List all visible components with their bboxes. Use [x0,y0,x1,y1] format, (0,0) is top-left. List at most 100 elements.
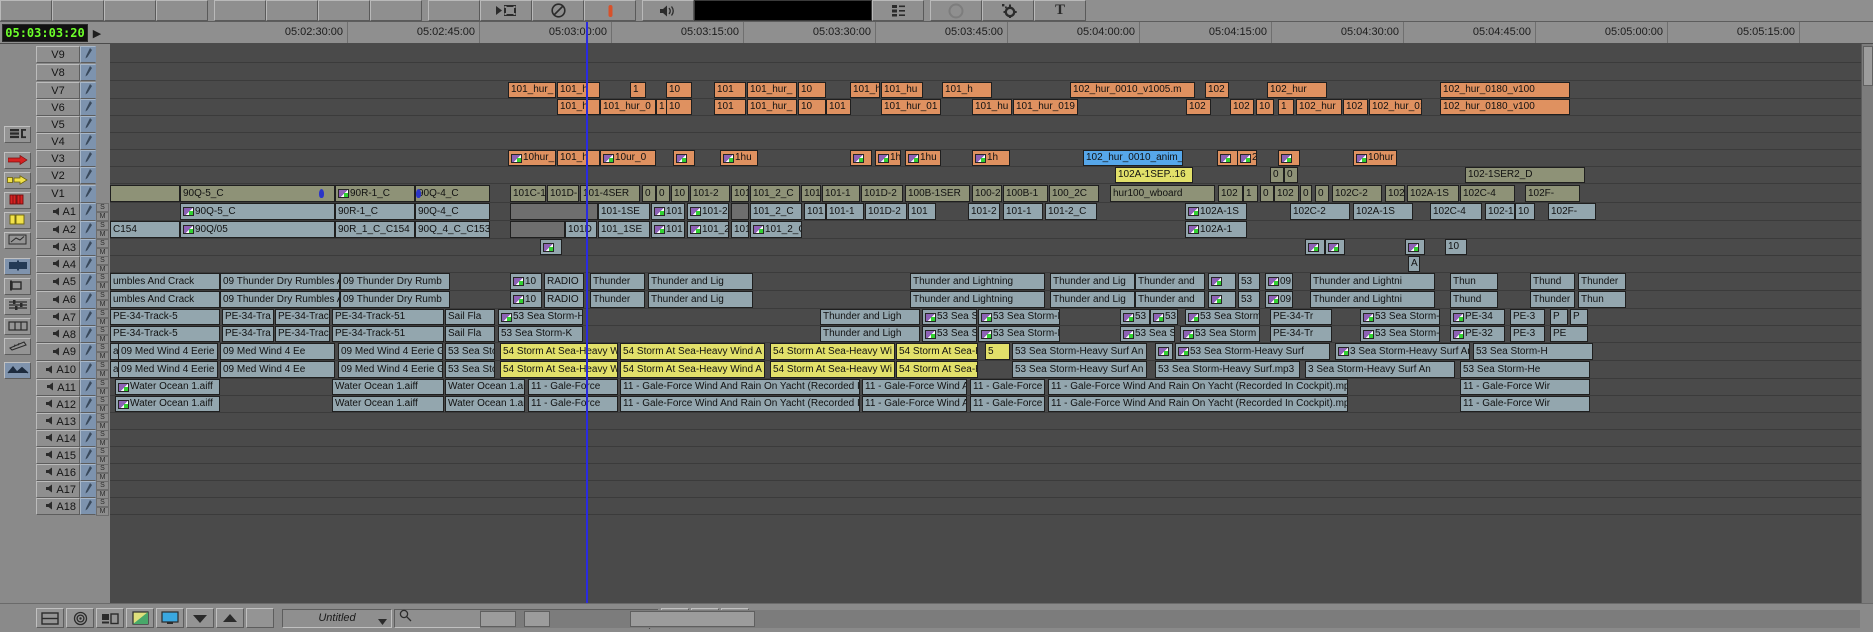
timeline-lane-a12[interactable]: Water Ocean 1.aiff Water Ocean 1.aiff Wate… [110,396,1861,413]
source-monitor-icon[interactable] [96,608,124,628]
timeline-clip[interactable]: 0 [1260,185,1274,202]
track-header-v5[interactable]: V5 [36,116,110,133]
track-enable-a13[interactable] [80,413,96,430]
timeline-clip[interactable]: 10 [510,291,542,308]
timeline-clip[interactable]: PE-34-Track-5 [110,309,220,325]
track-header-a2[interactable]: A2 S M [36,221,110,239]
solo-button[interactable]: S [96,343,109,352]
timeline-clip[interactable]: 1h [875,150,901,166]
timeline-clip[interactable] [110,185,180,202]
effect-mode-icon[interactable] [126,608,154,628]
timeline-clip[interactable]: 101-1 [826,203,864,220]
timeline-clip[interactable]: 11 - Gale-Force Wind And Rain On Yacht (… [620,379,860,395]
timeline-clip[interactable]: P [1550,309,1568,325]
timeline-clip[interactable] [673,150,695,166]
timeline-clip[interactable]: 09 Med Wind 4 Eerie Gusts. [118,343,218,360]
timeline-clip[interactable]: 102 [1205,82,1229,98]
timeline-clip[interactable]: PE-34-Track-51 [332,326,444,342]
track-name-a15[interactable]: A15 [36,447,80,464]
tool-yellow-film[interactable] [4,212,31,229]
timeline-clip[interactable]: 101 [651,221,685,238]
timeline-clip[interactable] [510,203,598,220]
track-header-a13[interactable]: A13 S M [36,413,110,431]
track-enable-v3[interactable] [80,150,96,167]
toolbar-blank-1[interactable] [0,0,52,21]
track-mute-solo-a7[interactable]: SM [96,309,109,327]
tool-snap[interactable] [4,338,31,355]
timeline-clip[interactable]: 53 Sea Storm-H [1360,326,1440,342]
timeline-clip[interactable]: 11 - Gale-Force Wind And Rain On Yacht (… [1048,379,1348,395]
timeline-clip[interactable]: 11 - Gale-Force Wind And Rain On Yacht (… [620,396,860,412]
timeline-clip[interactable]: 09 [1265,291,1293,308]
timeline-clip[interactable]: 5 [985,343,1010,360]
timeline-clip[interactable]: 11 - Gale-Force W [970,396,1045,412]
track-name-v9[interactable]: V9 [36,46,80,63]
timeline-clip[interactable]: 101 [731,221,749,238]
track-header-a4[interactable]: A4 S M [36,256,110,274]
tool-audio-mix[interactable] [4,298,31,315]
track-mute-solo-a4[interactable]: SM [96,256,109,274]
timeline-clip[interactable]: 101C-1S [510,185,546,202]
timeline-clip[interactable]: 102 [1230,99,1254,115]
timeline-clip[interactable]: 10 [798,82,826,98]
track-name-a5[interactable]: A5 [36,273,80,291]
timeline-lane-a3[interactable]: 10 [110,239,1861,256]
track-enable-v9[interactable] [80,46,96,63]
track-header-a10[interactable]: A10 S M [36,361,110,379]
timeline-clip[interactable]: 11 - Gale-Force Wir [1460,396,1590,412]
timeline-clip[interactable]: 1hu [905,150,941,166]
track-header-a3[interactable]: A3 S M [36,239,110,257]
timeline-clip[interactable]: 11 - Gale-Force [528,396,618,412]
track-enable-a11[interactable] [80,379,96,396]
timeline-clip[interactable]: Thunder [1578,273,1626,290]
timeline-clip[interactable]: Thunder [1530,291,1575,308]
vertical-scrollbar[interactable] [1861,44,1873,603]
track-header-a18[interactable]: A18 S M [36,498,110,516]
track-name-a17[interactable]: A17 [36,481,80,498]
timeline-clip[interactable]: Thund [1530,273,1575,290]
timeline-clip[interactable]: Thunder [590,291,645,308]
marker-icon[interactable] [584,0,636,21]
tool-list[interactable] [4,126,31,143]
track-header-a5[interactable]: A5 S M [36,273,110,291]
timeline-lane-a13[interactable] [110,413,1861,430]
timeline-clip[interactable]: 101_1SE [598,221,650,238]
track-header-v4[interactable]: V4 [36,133,110,150]
timeline-clip[interactable]: 10 [1445,239,1467,255]
timeline-clip[interactable]: 101_hu [972,99,1012,115]
track-mute-solo-a6[interactable]: SM [96,291,109,309]
timeline-clip[interactable]: 90Q-5_C [180,203,335,220]
timeline-clip[interactable]: 54 Storm At Sea-Heavy Wind A [620,343,765,360]
timeline-clip[interactable]: 53 [1238,291,1260,308]
timeline-clip[interactable]: PE-32 [1450,326,1505,342]
timeline-clip[interactable]: Thunder and Lig [1050,273,1135,290]
timeline-clip[interactable]: 101_h [557,82,600,98]
timeline-lane-v3[interactable]: 10hur_ 101_h 10ur_0 1hu 1h 1hu 1h 102_hur_0010_… [110,150,1861,167]
track-header-a15[interactable]: A15 S M [36,447,110,465]
track-enable-v2[interactable] [80,167,96,184]
speaker-icon[interactable] [642,0,694,21]
timeline-clip[interactable]: 2 [1237,150,1257,166]
timeline-clip[interactable] [1325,239,1345,255]
track-enable-a2[interactable] [80,221,96,239]
timeline-clip[interactable]: 102 [1218,185,1243,202]
timeline-clip[interactable]: 102_hur [1267,82,1327,98]
target-icon[interactable] [66,608,94,628]
timeline-clip[interactable]: 101-1 [822,185,860,202]
hscroll-thumb[interactable] [630,611,755,627]
list-view-icon[interactable] [872,0,924,21]
track-name-v6[interactable]: V6 [36,99,80,116]
timeline-lane-v2[interactable]: 102A-1SEP..16 0 0 102-1SER2_D [110,167,1861,184]
tool-red-film[interactable] [4,192,31,209]
timeline-clip[interactable]: 102_hur_0180_v100 [1440,82,1570,98]
track-header-a11[interactable]: A11 S M [36,379,110,397]
track-header-a12[interactable]: A12 S M [36,396,110,414]
timeline-clip[interactable]: PE-34-Tr [1270,309,1332,325]
timeline-clip[interactable]: 53 Sea Storm-He [1460,361,1590,378]
timeline-clip[interactable]: 101D-2 [865,203,907,220]
track-name-v3[interactable]: V3 [36,150,80,167]
circle-icon[interactable] [930,0,982,21]
solo-button[interactable]: S [96,447,109,456]
timeline-clip[interactable]: C154 [110,221,180,238]
timeline-clip[interactable]: umbles And Crack [110,291,220,308]
